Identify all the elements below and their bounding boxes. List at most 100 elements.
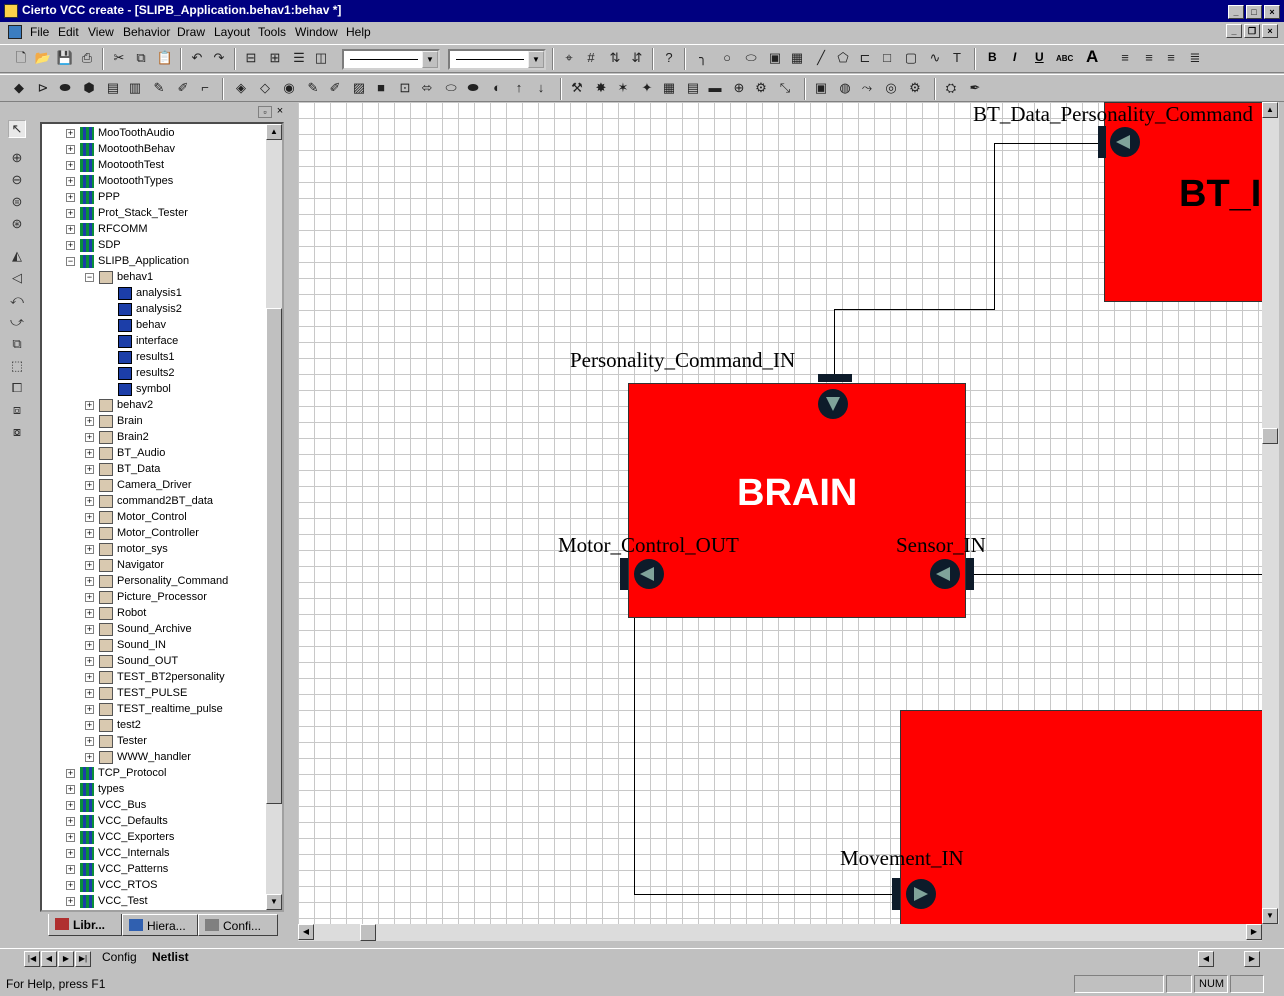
export-icon[interactable]: ⛭ xyxy=(942,79,960,97)
new-file-icon[interactable]: 🗋 xyxy=(12,49,30,67)
analysis-icon-4[interactable]: ◎ xyxy=(882,79,900,97)
tree-item[interactable]: interface xyxy=(42,334,266,350)
tree-item[interactable]: + Sound_Archive xyxy=(42,622,266,638)
expand-icon[interactable]: + xyxy=(66,849,75,858)
analysis-icon-2[interactable]: ◍ xyxy=(836,79,854,97)
tree-item[interactable]: + Motor_Controller xyxy=(42,526,266,542)
tree-item[interactable]: analysis1 xyxy=(42,286,266,302)
analysis-icon-1[interactable]: ▣ xyxy=(812,79,830,97)
expand-icon[interactable]: + xyxy=(66,241,75,250)
cut-icon[interactable]: ✂ xyxy=(110,49,128,67)
view-icon-9[interactable]: ⬄ xyxy=(418,79,436,97)
tree-item[interactable]: + TEST_realtime_pulse xyxy=(42,702,266,718)
panel-close-icon[interactable]: × xyxy=(274,106,286,118)
sim-icon-5[interactable]: ▦ xyxy=(660,79,678,97)
expand-icon[interactable]: + xyxy=(66,193,75,202)
expand-icon[interactable]: + xyxy=(85,657,94,666)
tile-icon[interactable]: ⊞ xyxy=(266,49,284,67)
expand-icon[interactable]: + xyxy=(85,449,94,458)
view-icon-1[interactable]: ◈ xyxy=(232,79,250,97)
tree-item[interactable]: + RFCOMM xyxy=(42,222,266,238)
view-icon-10[interactable]: ⬭ xyxy=(442,79,460,97)
sim-icon-8[interactable]: ⊕ xyxy=(730,79,748,97)
line-style-select[interactable]: ▼ xyxy=(342,49,440,70)
tab-hierarchy[interactable]: Hiera... xyxy=(122,914,198,936)
underline-button[interactable]: U xyxy=(1035,50,1044,64)
expand-icon[interactable]: + xyxy=(85,721,94,730)
print-icon[interactable]: ⎙ xyxy=(78,49,96,67)
arrow-up-icon[interactable]: ↑ xyxy=(510,79,528,97)
menu-view[interactable]: View xyxy=(88,25,114,39)
sim-icon-3[interactable]: ✶ xyxy=(614,79,632,97)
grid-icon[interactable]: # xyxy=(582,49,600,67)
sim-icon-7[interactable]: ▬ xyxy=(706,79,724,97)
view-icon-11[interactable]: ⬬ xyxy=(464,79,482,97)
expand-icon[interactable]: + xyxy=(66,769,75,778)
image-tool-icon[interactable]: ▣ xyxy=(766,49,784,67)
open-folder-icon[interactable]: 📂 xyxy=(34,49,52,67)
expand-icon[interactable]: + xyxy=(66,785,75,794)
menu-help[interactable]: Help xyxy=(346,25,371,39)
tree-item[interactable]: + WWW_handler xyxy=(42,750,266,766)
tree-item[interactable]: + VCC_RTOS xyxy=(42,878,266,894)
tree-item[interactable]: + Picture_Processor xyxy=(42,590,266,606)
mdi-minimize-button[interactable]: _ xyxy=(1226,24,1242,38)
sheet-tab-netlist[interactable]: Netlist xyxy=(152,950,189,964)
tree-item[interactable]: + TEST_BT2personality xyxy=(42,670,266,686)
canvas-vscroll-thumb[interactable] xyxy=(1262,428,1278,444)
tree-item[interactable]: + VCC_Internals xyxy=(42,846,266,862)
sheet-scroll-right-button[interactable]: ▶ xyxy=(1244,951,1260,967)
menu-layout[interactable]: Layout xyxy=(214,25,250,39)
picture-tool-icon[interactable]: ▦ xyxy=(788,49,806,67)
tree-item[interactable]: + Tester xyxy=(42,734,266,750)
pin-icon[interactable]: ✎ xyxy=(150,79,168,97)
expand-icon[interactable]: + xyxy=(85,753,94,762)
sim-icon-6[interactable]: ▤ xyxy=(684,79,702,97)
polygon-tool-icon[interactable]: ⬠ xyxy=(834,49,852,67)
sim-icon-4[interactable]: ✦ xyxy=(638,79,656,97)
tree-item[interactable]: + Sound_IN xyxy=(42,638,266,654)
mdi-close-button[interactable]: × xyxy=(1262,24,1278,38)
view-icon-6[interactable]: ▨ xyxy=(350,79,368,97)
next-sheet-button[interactable]: ▶ xyxy=(58,951,74,967)
tree-item[interactable]: + Personality_Command xyxy=(42,574,266,590)
block-icon[interactable]: ▤ xyxy=(104,79,122,97)
bold-button[interactable]: B xyxy=(988,50,997,64)
expand-icon[interactable]: + xyxy=(85,513,94,522)
ellipse-tool-icon[interactable]: ⬭ xyxy=(742,49,760,67)
probe-icon[interactable]: ✐ xyxy=(174,79,192,97)
context-help-icon[interactable]: ? xyxy=(660,49,678,67)
tile-vertical-icon[interactable]: ◫ xyxy=(312,49,330,67)
tree-item[interactable]: + Navigator xyxy=(42,558,266,574)
tree-item[interactable]: − behav1 xyxy=(42,270,266,286)
document-icon[interactable] xyxy=(8,25,22,39)
expand-icon[interactable]: + xyxy=(85,641,94,650)
view-icon-2[interactable]: ◇ xyxy=(256,79,274,97)
line-tool-icon[interactable]: ╱ xyxy=(812,49,830,67)
wire-bt-top[interactable] xyxy=(994,143,1104,144)
expand-icon[interactable]: + xyxy=(66,865,75,874)
undo-icon[interactable]: ↶ xyxy=(188,49,206,67)
menu-file[interactable]: File xyxy=(30,25,49,39)
expand-icon[interactable]: + xyxy=(85,545,94,554)
flip-horizontal-icon[interactable]: ◭ xyxy=(8,248,26,266)
scroll-down-button[interactable]: ▼ xyxy=(266,894,282,910)
flip-vertical-icon[interactable]: ◁ xyxy=(8,270,26,288)
tree-item[interactable]: + MootoothTypes xyxy=(42,174,266,190)
copy-icon[interactable]: ⧉ xyxy=(132,49,150,67)
personality-in-port-icon[interactable] xyxy=(818,389,848,419)
zoom-area-icon[interactable]: ⊛ xyxy=(8,216,26,234)
tree-item[interactable]: symbol xyxy=(42,382,266,398)
canvas-scroll-right-button[interactable]: ▶ xyxy=(1246,924,1262,940)
sim-icon-10[interactable]: ⤡ xyxy=(776,79,794,97)
expand-icon[interactable]: + xyxy=(85,577,94,586)
prev-sheet-button[interactable]: ◀ xyxy=(41,951,57,967)
expand-icon[interactable]: + xyxy=(66,833,75,842)
distribute-icon[interactable]: ⇵ xyxy=(628,49,646,67)
collapse-icon[interactable]: − xyxy=(85,273,94,282)
expand-icon[interactable]: + xyxy=(66,145,75,154)
align-right-icon[interactable]: ≡ xyxy=(1162,49,1180,67)
tree-item[interactable]: + MootoothTest xyxy=(42,158,266,174)
motor-out-port-icon[interactable] xyxy=(634,559,664,589)
view-icon-7[interactable]: ■ xyxy=(372,79,390,97)
